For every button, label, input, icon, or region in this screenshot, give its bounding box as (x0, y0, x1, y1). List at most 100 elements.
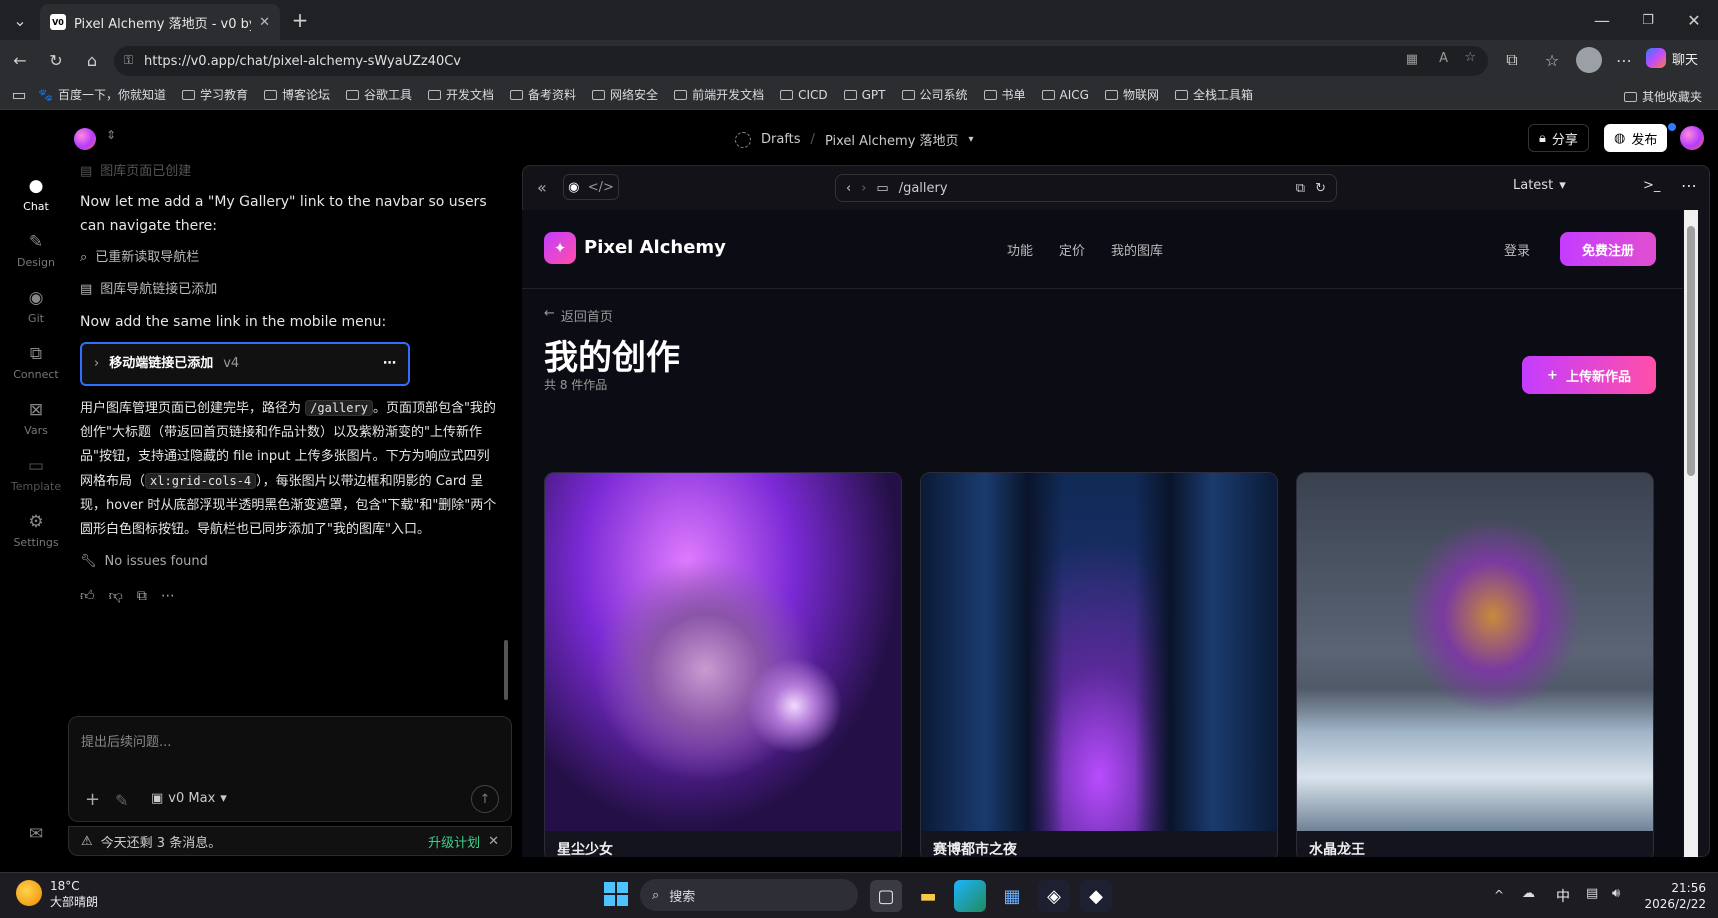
version-card[interactable]: › 移动端链接已添加 v4 ⋯ (80, 342, 410, 386)
task-view-icon[interactable]: ▢ (870, 880, 902, 912)
back-link[interactable]: ← 返回首页 (544, 306, 613, 325)
bookmark-folder[interactable]: 学习教育 (181, 86, 248, 103)
tray-chevron-icon[interactable]: ^ (1494, 888, 1504, 902)
close-icon[interactable]: ✕ (488, 834, 499, 849)
rail-vars[interactable]: ⊠ Vars (0, 400, 72, 437)
user-avatar[interactable] (1680, 126, 1704, 150)
nav-pricing[interactable]: 定价 (1059, 240, 1085, 259)
rail-template[interactable]: ▭ Template (0, 456, 72, 493)
login-link[interactable]: 登录 (1504, 240, 1530, 259)
close-window-icon[interactable]: ✕ (1682, 8, 1706, 32)
nav-features[interactable]: 功能 (1007, 240, 1033, 259)
eye-icon[interactable]: ◉ (568, 180, 579, 195)
home-icon[interactable]: ⌂ (80, 48, 104, 72)
favorites-icon[interactable]: ☆ (1540, 48, 1564, 72)
collections-icon[interactable]: ▭ (0, 85, 38, 104)
plus-icon[interactable]: + (85, 789, 100, 810)
chevron-down-icon[interactable]: ▾ (969, 134, 974, 145)
version-select[interactable]: Latest ▾ (1513, 178, 1566, 193)
design-mode-icon[interactable]: ✎ (115, 791, 128, 810)
more-icon[interactable]: ⋯ (161, 584, 175, 608)
tool-step[interactable]: ⌕ 已重新读取导航栏 (80, 246, 512, 270)
bookmark-folder[interactable]: AICG (1041, 88, 1089, 102)
bookmark-folder[interactable]: 开发文档 (428, 86, 494, 103)
bookmark-folder[interactable]: GPT (843, 88, 886, 102)
publish-button[interactable]: ◍ 发布 (1604, 124, 1668, 152)
gallery-card[interactable]: 赛博都市之夜 (920, 472, 1278, 857)
file-explorer-icon[interactable]: ▬ (912, 880, 944, 912)
preview-url-bar[interactable]: ‹ › ▭ /gallery ⧉ ↻ (835, 174, 1337, 202)
bookmark-folder[interactable]: 物联网 (1104, 86, 1159, 103)
app-available-icon[interactable]: ▦ (1406, 52, 1418, 67)
read-aloud-icon[interactable]: A (1439, 51, 1448, 66)
bookmark-folder[interactable]: 公司系统 (901, 86, 968, 103)
new-tab-icon[interactable]: + (288, 8, 312, 32)
chat-scrollbar[interactable] (504, 640, 508, 700)
restore-icon[interactable]: ❐ (1636, 8, 1660, 32)
rail-feedback[interactable]: ✉ (0, 824, 72, 848)
code-icon[interactable]: </> (588, 180, 614, 195)
favorite-star-icon[interactable]: ☆ (1464, 50, 1476, 65)
minimize-icon[interactable]: — (1590, 8, 1614, 32)
scroll-thumb[interactable] (1687, 226, 1695, 476)
model-select[interactable]: ▣ v0 Max ▾ (151, 791, 227, 806)
bookmark-folder[interactable]: 博客论坛 (263, 86, 330, 103)
ime-indicator[interactable]: 中 (1556, 886, 1570, 906)
more-icon[interactable]: ⋯ (1681, 176, 1697, 195)
bookmark-folder[interactable]: CICD (780, 88, 828, 102)
onedrive-icon[interactable]: ☁ (1522, 886, 1535, 901)
workspace-switch-icon[interactable]: ⇕ (106, 128, 116, 142)
bookmark-folder[interactable]: 前端开发文档 (674, 86, 764, 103)
weather-widget[interactable]: 18°C 大部晴朗 (50, 878, 98, 910)
volume-icon[interactable]: 🔊︎ (1612, 886, 1620, 901)
weather-sun-icon[interactable] (16, 880, 42, 906)
bookmark-folder[interactable]: 备考资料 (510, 86, 576, 103)
profile-avatar[interactable] (1576, 47, 1602, 73)
edge-browser-icon[interactable] (954, 880, 986, 912)
collapse-icon[interactable]: « (537, 178, 547, 197)
copilot-button[interactable]: 聊天 (1646, 48, 1698, 68)
project-name[interactable]: Pixel Alchemy 落地页 (825, 130, 959, 149)
windows-start-icon[interactable] (604, 882, 628, 906)
share-button[interactable]: 🔒︎ 分享 (1528, 124, 1589, 152)
terminal-icon[interactable]: >_ (1643, 178, 1660, 193)
app-icon[interactable]: ◈ (1038, 880, 1070, 912)
signup-button[interactable]: 免费注册 (1560, 232, 1656, 266)
taskbar-search[interactable]: ⌕ 搜索 (640, 879, 858, 911)
workspace-avatar[interactable] (74, 128, 96, 150)
more-menu-icon[interactable]: ⋯ (1612, 48, 1636, 72)
bookmark-baidu[interactable]: 🐾 百度一下，你就知道 (38, 86, 166, 103)
rail-chat[interactable]: ● Chat (0, 176, 72, 213)
nav-my-gallery[interactable]: 我的图库 (1111, 240, 1163, 259)
browser-tab-active[interactable]: V0 Pixel Alchemy 落地页 - v0 by Verce ✕ (40, 4, 280, 40)
open-external-icon[interactable]: ⧉ (1296, 181, 1305, 196)
bookmark-folder[interactable]: 谷歌工具 (346, 86, 412, 103)
refresh-icon[interactable]: ↻ (44, 48, 68, 72)
more-icon[interactable]: ⋯ (383, 352, 396, 376)
site-info-icon[interactable]: ⚿ (124, 53, 133, 68)
other-bookmarks[interactable]: 其他收藏夹 (1623, 88, 1702, 105)
send-button[interactable]: ↑ (471, 785, 499, 813)
store-icon[interactable]: ▦ (996, 880, 1028, 912)
preview-scrollbar[interactable] (1684, 210, 1698, 857)
rail-connect[interactable]: ⧉ Connect (0, 344, 72, 381)
gallery-card[interactable]: 水晶龙王 (1296, 472, 1654, 857)
thumbs-down-icon[interactable]: 👎︎ (109, 584, 123, 608)
bookmark-folder[interactable]: 网络安全 (592, 86, 658, 103)
tab-list-chevron-icon[interactable]: ⌄ (8, 8, 32, 32)
rail-git[interactable]: ◉ Git (0, 288, 72, 325)
bookmark-folder[interactable]: 全栈工具箱 (1174, 86, 1253, 103)
tab-close-icon[interactable]: ✕ (259, 15, 270, 30)
bookmark-folder[interactable]: 书单 (983, 86, 1026, 103)
rail-design[interactable]: ✎ Design (0, 232, 72, 269)
address-bar[interactable]: ⚿ https://v0.app/chat/pixel-alchemy-sWya… (114, 46, 1488, 76)
chat-input[interactable]: 提出后续问题... (81, 731, 171, 750)
breadcrumb-drafts[interactable]: Drafts (761, 132, 801, 147)
site-brand[interactable]: Pixel Alchemy (584, 237, 726, 258)
nav-back-icon[interactable]: ‹ (846, 181, 851, 196)
gallery-card[interactable]: 星尘少女 (544, 472, 902, 857)
copy-icon[interactable]: ⧉ (137, 584, 147, 608)
upgrade-link[interactable]: 升级计划 (428, 832, 480, 851)
extensions-icon[interactable]: ⧉ (1500, 48, 1524, 72)
app-icon[interactable]: ◆ (1080, 880, 1112, 912)
